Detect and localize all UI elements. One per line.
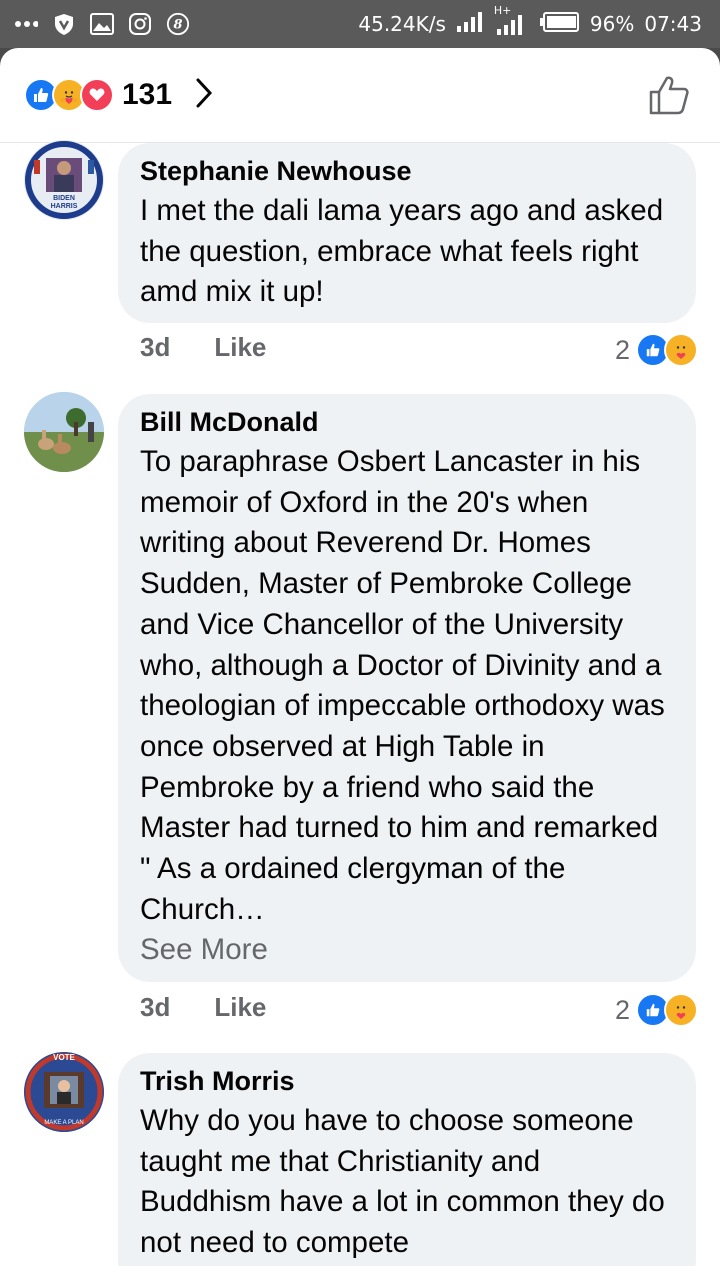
comment-text: I met the dali lama years ago and asked … xyxy=(140,194,664,309)
comment-time[interactable]: 3d xyxy=(140,332,170,363)
bottom-edge xyxy=(0,1266,720,1280)
reactions-summary[interactable] xyxy=(24,78,114,112)
comment-reaction-count: 2 xyxy=(614,994,630,1025)
like-button[interactable]: Like xyxy=(214,332,266,363)
avatar[interactable]: BIDEN HARRIS xyxy=(24,140,104,220)
clock: 07:43 xyxy=(644,12,702,36)
comment-actions: 3d Like xyxy=(140,992,266,1023)
avatar-badge-text: BIDEN HARRIS xyxy=(50,195,78,210)
more-dots-icon xyxy=(14,12,38,36)
comment-text: Why do you have to choose someone taught… xyxy=(140,1104,665,1260)
svg-text:8: 8 xyxy=(174,18,183,33)
like-button[interactable]: Like xyxy=(214,992,266,1023)
comments-sheet: 131 BIDEN HARRIS Stephanie Newhouse I me… xyxy=(0,48,720,1280)
comment-text: To paraphrase Osbert Lancaster in his me… xyxy=(140,445,665,926)
signal-hplus-icon: H+ xyxy=(494,4,530,36)
signal-icon xyxy=(456,11,486,38)
shield-v-icon xyxy=(52,12,76,36)
comment-reaction-count: 2 xyxy=(614,334,630,365)
comment-actions: 3d Like xyxy=(140,332,266,363)
like-outline-icon[interactable] xyxy=(648,74,690,121)
avatar[interactable] xyxy=(24,392,104,472)
comment-time[interactable]: 3d xyxy=(140,992,170,1023)
status-bar: 8 45.24K/s H+ 96% 07:43 xyxy=(0,0,720,48)
battery-percent: 96% xyxy=(589,12,635,36)
battery-icon xyxy=(539,11,580,37)
comment-author[interactable]: Bill McDonald xyxy=(140,406,674,438)
comment-reactions[interactable]: 2 xyxy=(615,333,698,367)
care-reaction-icon xyxy=(664,333,698,367)
comment-bubble[interactable]: Stephanie Newhouse I met the dali lama y… xyxy=(118,143,696,323)
chevron-right-icon[interactable] xyxy=(194,77,214,114)
gallery-icon xyxy=(90,12,114,36)
comment-bubble[interactable]: Trish Morris Why do you have to choose s… xyxy=(118,1053,696,1280)
avatar-plan-text: MAKE A PLAN xyxy=(44,1120,84,1126)
reactions-header: 131 xyxy=(0,48,720,143)
comment-author[interactable]: Stephanie Newhouse xyxy=(140,155,674,187)
b-circle-icon: 8 xyxy=(166,12,190,36)
reaction-count[interactable]: 131 xyxy=(122,78,172,112)
avatar[interactable]: VOTE MAKE A PLAN xyxy=(24,1052,104,1132)
see-more-link[interactable]: See More xyxy=(140,930,674,970)
network-speed: 45.24K/s xyxy=(358,12,446,36)
instagram-icon xyxy=(128,12,152,36)
comment-author[interactable]: Trish Morris xyxy=(140,1065,674,1097)
love-reaction-icon xyxy=(80,78,114,112)
network-type: H+ xyxy=(493,4,512,17)
comment-bubble[interactable]: Bill McDonald To paraphrase Osbert Lanca… xyxy=(118,394,696,982)
avatar-vote-text: VOTE xyxy=(53,1053,75,1062)
comment-reactions[interactable]: 2 xyxy=(615,993,698,1027)
care-reaction-icon xyxy=(664,993,698,1027)
